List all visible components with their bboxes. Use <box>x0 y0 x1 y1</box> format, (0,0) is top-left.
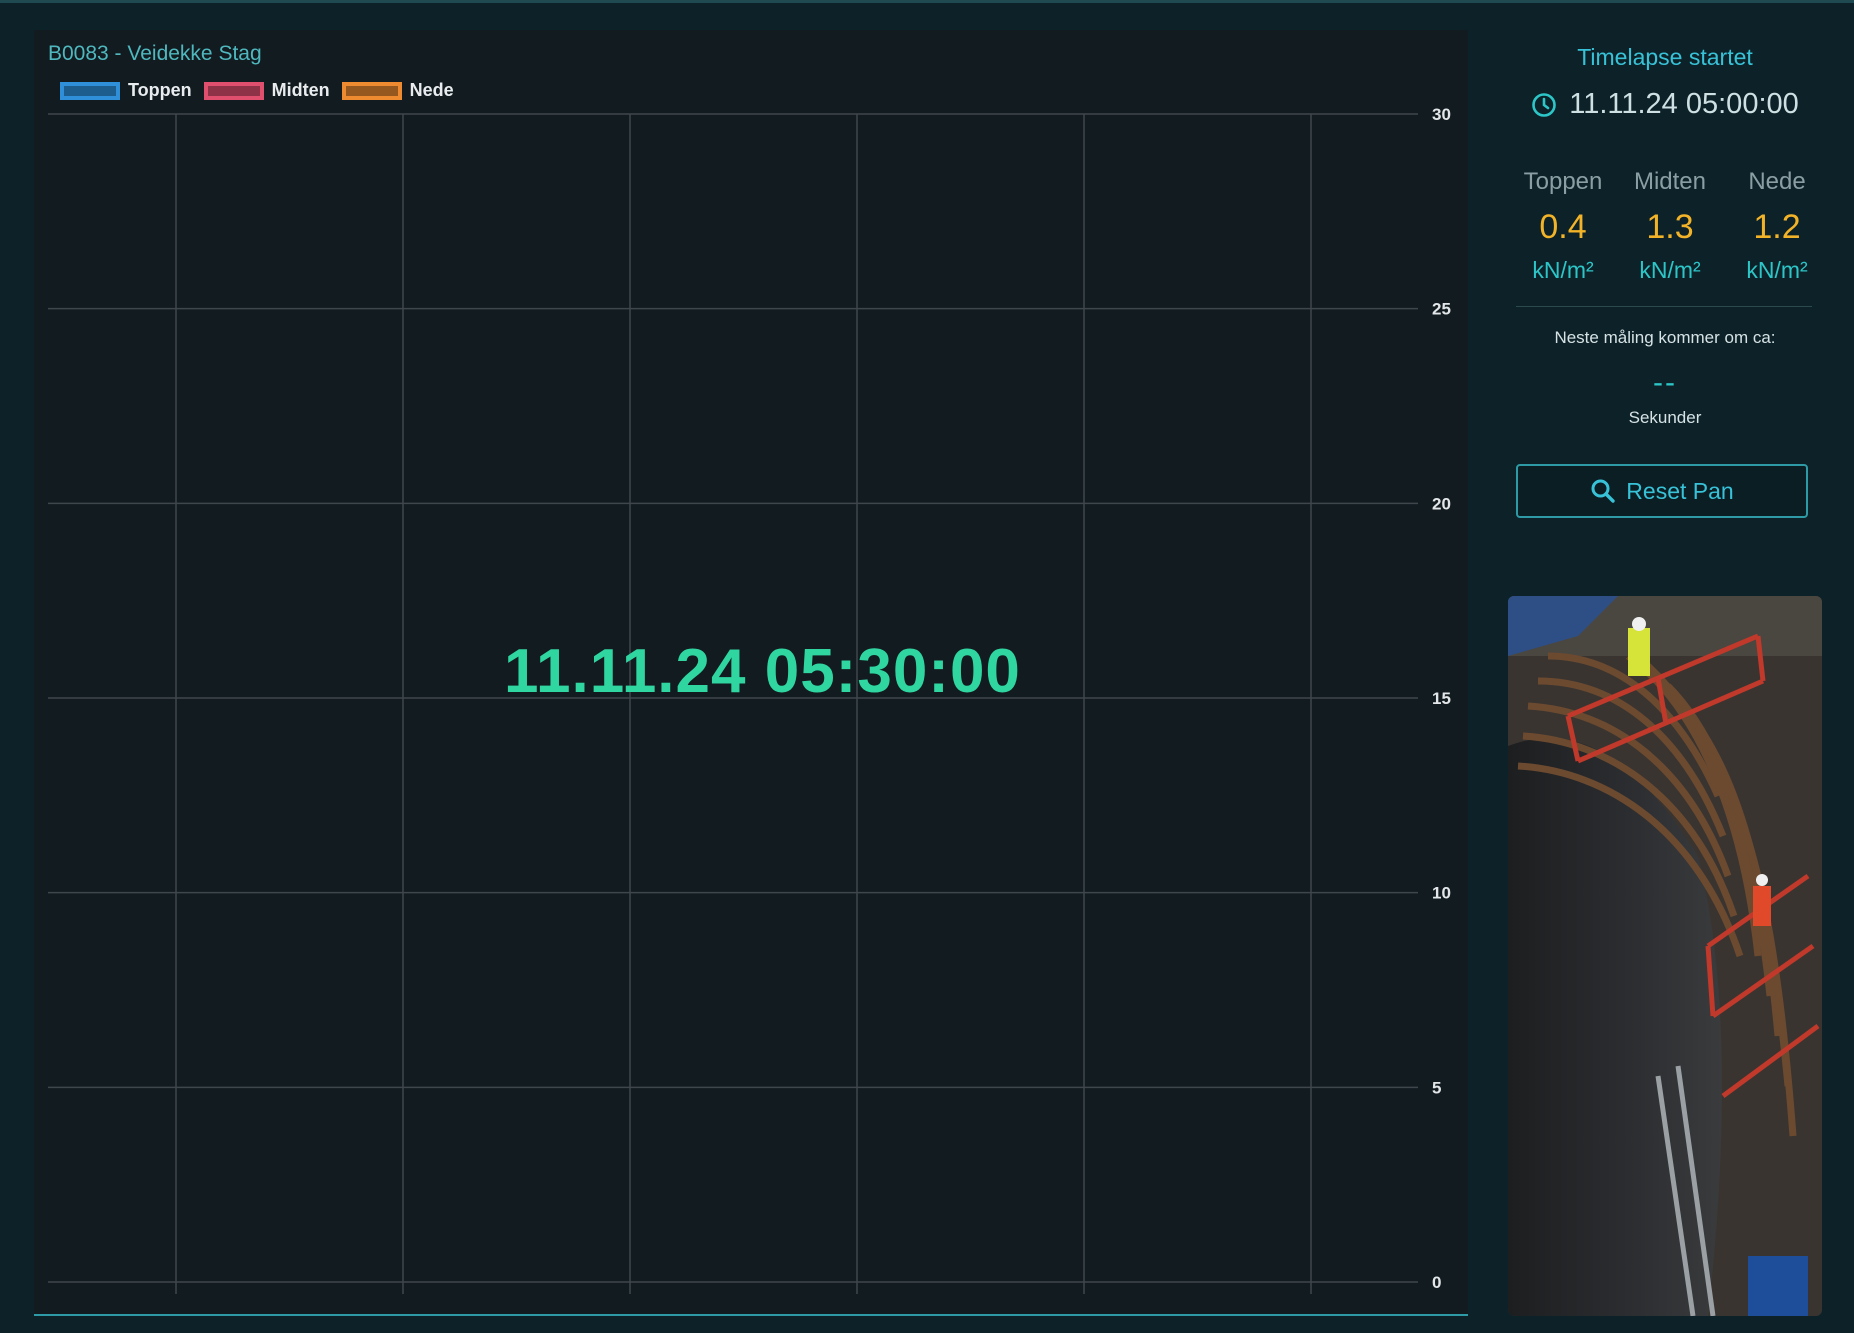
legend-label: Toppen <box>128 80 192 100</box>
divider <box>1516 306 1812 307</box>
next-measurement-countdown: -- <box>1653 366 1677 399</box>
next-measurement-unit: Sekunder <box>1628 408 1702 427</box>
y-tick-label: 25 <box>1432 300 1451 319</box>
reading-unit: kN/m² <box>1639 257 1701 283</box>
chart-title: B0083 - Veidekke Stag <box>48 42 262 65</box>
y-tick-label: 20 <box>1432 494 1451 513</box>
site-camera-image <box>1508 596 1822 1316</box>
timelapse-start: 11.11.24 05:00:00 <box>1500 88 1830 121</box>
legend-item-toppen[interactable]: Toppen <box>60 80 192 101</box>
reading-name: Midten <box>1633 168 1707 195</box>
reading-unit: kN/m² <box>1532 257 1594 283</box>
legend-item-nede[interactable]: Nede <box>341 80 454 101</box>
reading-toppen: Toppen 0.4 kN/m² <box>1510 168 1616 284</box>
timelapse-start-time: 11.11.24 05:00:00 <box>1569 88 1799 120</box>
reading-midten: Midten 1.3 kN/m² <box>1617 168 1723 284</box>
legend-swatch-nede <box>341 81 402 100</box>
timelapse-title: Timelapse startet <box>1577 44 1753 70</box>
reading-value: 0.4 <box>1539 208 1587 246</box>
chart-panel[interactable]: 30 25 20 15 10 5 0 B0083 - Veidekke Stag Toppe… <box>34 30 1468 1316</box>
legend-label: Midten <box>271 80 330 100</box>
reading-name: Toppen <box>1523 168 1603 195</box>
construction-site-photo <box>1508 596 1822 1316</box>
reset-pan-button[interactable]: Reset Pan <box>1516 464 1808 518</box>
chart-legend: Toppen Midten Nede <box>60 80 466 101</box>
y-tick-label: 15 <box>1432 689 1451 708</box>
legend-swatch-midten <box>203 81 264 100</box>
reading-value: 1.3 <box>1646 208 1694 246</box>
y-tick-label: 5 <box>1432 1078 1441 1097</box>
timelapse-current-time: 11.11.24 05:30:00 <box>504 637 1021 706</box>
y-tick-label: 10 <box>1432 884 1451 903</box>
y-tick-label: 0 <box>1432 1273 1441 1292</box>
next-measurement-label: Neste måling kommer om ca: <box>1554 328 1776 347</box>
y-tick-label: 30 <box>1432 105 1451 124</box>
legend-swatch-toppen <box>60 81 120 100</box>
legend-item-midten[interactable]: Midten <box>203 80 330 101</box>
reset-pan-label: Reset Pan <box>1626 477 1734 504</box>
legend-label: Nede <box>409 80 454 100</box>
clock-icon <box>1532 92 1557 117</box>
reading-name: Nede <box>1748 168 1806 195</box>
search-icon <box>1591 479 1615 503</box>
reading-nede: Nede 1.2 kN/m² <box>1724 168 1830 284</box>
reading-value: 1.2 <box>1753 208 1801 246</box>
reading-unit: kN/m² <box>1746 257 1808 283</box>
readings: Toppen 0.4 kN/m² Midten 1.3 kN/m² Nede 1… <box>1510 168 1830 284</box>
